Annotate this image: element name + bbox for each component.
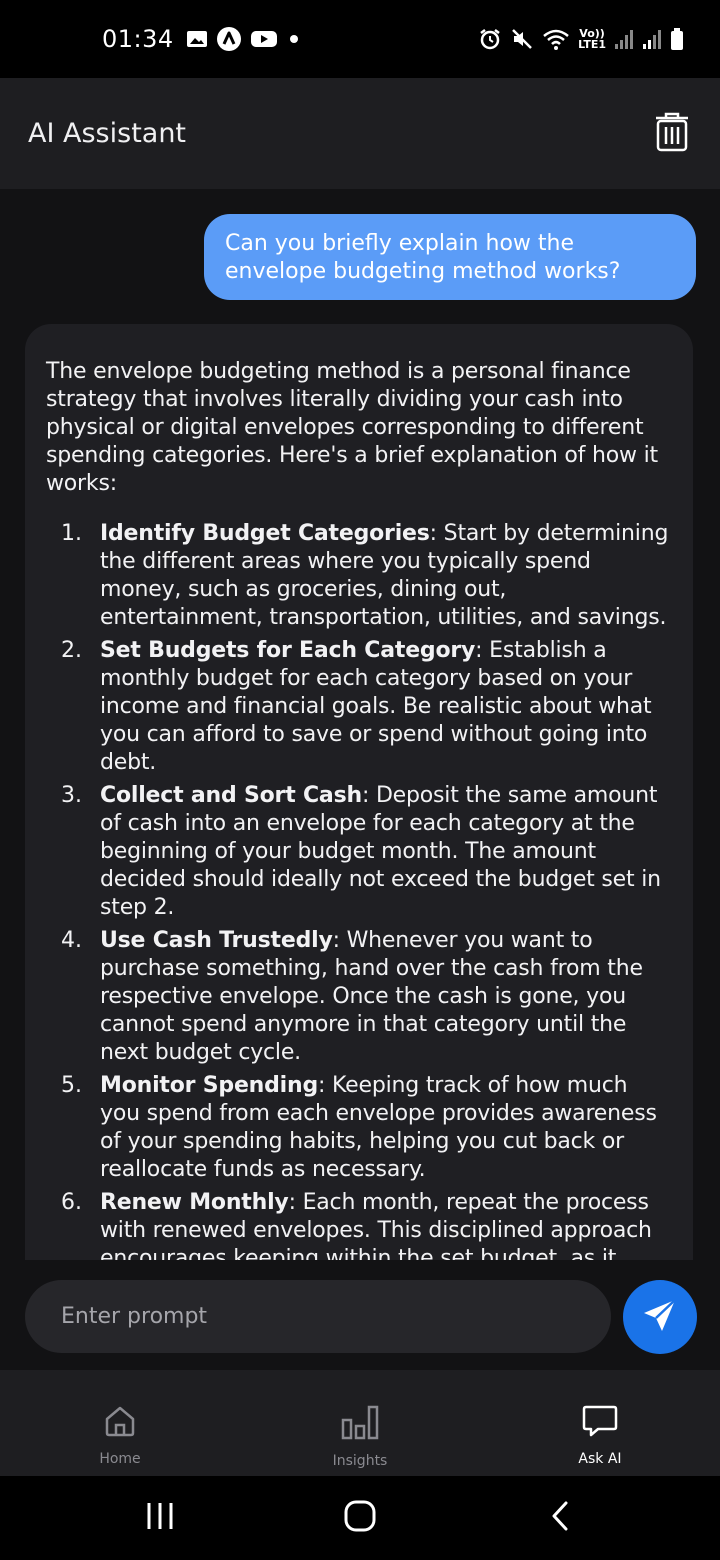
clear-chat-button[interactable]: [652, 112, 692, 156]
back-icon: [549, 1500, 571, 1536]
step-number: 6.: [61, 1190, 82, 1215]
list-item: 6. Renew Monthly: Each month, repeat the…: [46, 1189, 673, 1260]
ai-response-intro: The envelope budgeting method is a perso…: [46, 359, 658, 496]
lte-label-bottom: LTE1: [578, 38, 606, 51]
list-item: 1. Identify Budget Categories: Start by …: [46, 520, 673, 632]
app-badge-icon: [216, 26, 242, 52]
alarm-icon: [478, 27, 502, 51]
status-notification-icons: [186, 26, 302, 52]
list-item: 2. Set Budgets for Each Category: Establ…: [46, 637, 673, 777]
nav-label-ask-ai: Ask AI: [578, 1451, 622, 1467]
step-body: Monitor Spending: Keeping track of how m…: [100, 1072, 673, 1184]
bottom-nav: Home Insights Ask AI: [0, 1370, 720, 1476]
youtube-icon: [250, 29, 278, 49]
page-title: AI Assistant: [28, 118, 187, 149]
wifi-icon: [542, 27, 570, 51]
step-title: Monitor Spending: [100, 1073, 319, 1098]
nav-item-insights[interactable]: Insights: [240, 1370, 480, 1476]
step-number: 5.: [61, 1073, 82, 1098]
mute-icon: [510, 27, 534, 51]
system-nav: [0, 1476, 720, 1560]
step-number: 2.: [61, 638, 82, 663]
home-icon: [103, 1404, 137, 1442]
step-number: 3.: [61, 783, 82, 808]
list-item: 3. Collect and Sort Cash: Deposit the sa…: [46, 782, 673, 922]
status-time: 01:34: [102, 25, 174, 53]
list-item: 5. Monitor Spending: Keeping track of ho…: [46, 1072, 673, 1184]
signal-icon: [642, 28, 662, 50]
step-title: Identify Budget Categories: [100, 521, 430, 546]
nav-label-home: Home: [99, 1451, 141, 1467]
lte-label: Vo)) LTE1: [578, 28, 606, 50]
recents-button[interactable]: [120, 1488, 200, 1548]
nav-label-insights: Insights: [332, 1453, 388, 1469]
prompt-input[interactable]: [25, 1280, 611, 1353]
dot-icon: [286, 31, 302, 47]
step-body: Renew Monthly: Each month, repeat the pr…: [100, 1189, 673, 1260]
step-number: 1.: [61, 521, 82, 546]
trash-icon: [654, 112, 690, 156]
status-system-icons: Vo)) LTE1: [478, 27, 684, 51]
step-title: Set Budgets for Each Category: [100, 638, 476, 663]
bar-chart-icon: [340, 1404, 380, 1444]
battery-icon: [670, 27, 684, 51]
gallery-icon: [186, 29, 208, 49]
screen: 01:34 Vo)) LTE1 AI Assistant Can you bri…: [0, 0, 720, 1560]
step-body: Collect and Sort Cash: Deposit the same …: [100, 782, 673, 922]
user-message-bubble: Can you briefly explain how the envelope…: [204, 214, 696, 300]
user-message-text: Can you briefly explain how the envelope…: [225, 231, 621, 284]
step-title: Use Cash Trustedly: [100, 928, 333, 953]
step-title: Collect and Sort Cash: [100, 783, 362, 808]
step-body: Use Cash Trustedly: Whenever you want to…: [100, 927, 673, 1067]
step-title: Renew Monthly: [100, 1190, 289, 1215]
step-number: 4.: [61, 928, 82, 953]
step-body: Identify Budget Categories: Start by det…: [100, 520, 673, 632]
back-button[interactable]: [520, 1488, 600, 1548]
send-icon: [641, 1296, 679, 1338]
recents-icon: [145, 1501, 175, 1535]
prompt-input-row: [0, 1260, 720, 1370]
home-circle-icon: [343, 1499, 377, 1537]
list-item: 4. Use Cash Trustedly: Whenever you want…: [46, 927, 673, 1067]
nav-item-ask-ai[interactable]: Ask AI: [480, 1370, 720, 1476]
chat-area[interactable]: Can you briefly explain how the envelope…: [0, 189, 720, 1260]
system-home-button[interactable]: [320, 1488, 400, 1548]
ai-response-bubble: The envelope budgeting method is a perso…: [25, 324, 693, 1260]
steps-list: 1. Identify Budget Categories: Start by …: [46, 520, 673, 1260]
send-button[interactable]: [623, 1280, 697, 1354]
nav-item-home[interactable]: Home: [0, 1370, 240, 1476]
app-header: AI Assistant: [0, 78, 720, 189]
signal-icon: [614, 28, 634, 50]
chat-bubble-icon: [582, 1404, 618, 1442]
step-body: Set Budgets for Each Category: Establish…: [100, 637, 673, 777]
status-bar: 01:34 Vo)) LTE1: [0, 0, 720, 78]
